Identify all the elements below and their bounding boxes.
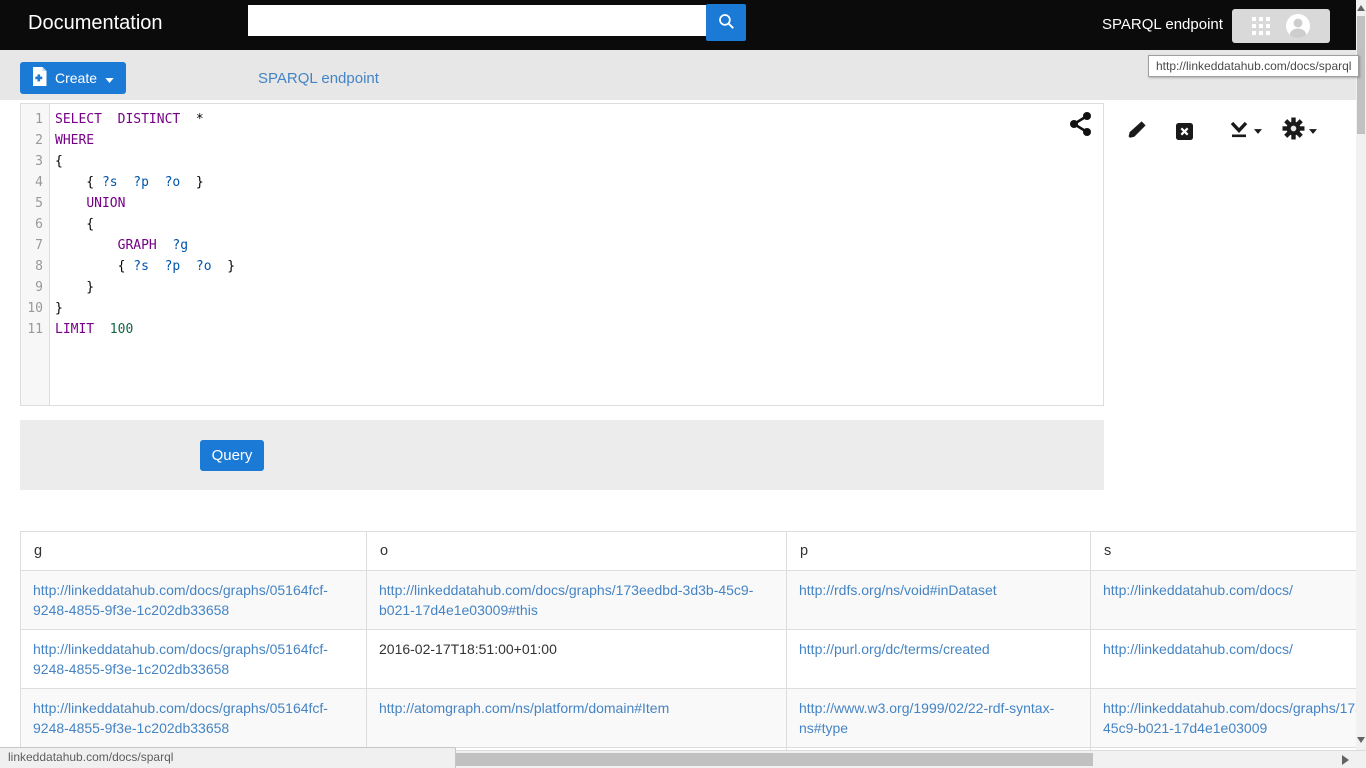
code-line: } [55,280,95,295]
header-endpoint-label: SPARQL endpoint [1102,16,1223,33]
search-button[interactable] [706,4,746,41]
edit-pencil-icon[interactable] [1127,116,1147,140]
result-link[interactable]: http://linkeddatahub.com/docs/graphs/051… [33,700,328,736]
nav-link-sparql-endpoint[interactable]: SPARQL endpoint [258,70,379,87]
line-number: 1 [35,112,43,127]
caret-down-icon [105,70,114,86]
app-header: Documentation SPARQL endpoint [0,0,1366,50]
editor-code-area[interactable]: SELECT DISTINCT * WHERE { { ?s ?p ?o } UNI… [50,104,1103,405]
brand-title[interactable]: Documentation [28,12,163,35]
horizontal-scrollbar-thumb[interactable] [456,753,1093,766]
column-header-s: s [1090,531,1366,571]
result-cell: http://rdfs.org/ns/void#inDataset [786,570,1091,630]
browser-status-bar: linkeddatahub.com/docs/sparql [0,747,456,768]
code-line: WHERE [55,133,95,148]
result-link[interactable]: http://rdfs.org/ns/void#inDataset [799,582,997,598]
result-cell: http://linkeddatahub.com/docs/graphs/173… [1090,688,1366,748]
vertical-scrollbar[interactable] [1356,0,1366,750]
editor-line-numbers: 1 2 3 4 5 6 7 8 9 10 11 [21,104,50,405]
line-number: 7 [35,238,43,253]
line-number: 3 [35,154,43,169]
line-number: 9 [35,280,43,295]
browser-viewport: Documentation SPARQL endpoint Create SPA… [0,0,1366,768]
result-cell: http://linkeddatahub.com/docs/ [1090,629,1366,689]
result-cell: http://linkeddatahub.com/docs/graphs/051… [20,570,367,630]
line-number: 11 [27,322,43,337]
line-number: 6 [35,217,43,232]
result-link[interactable]: http://linkeddatahub.com/docs/graphs/051… [33,582,328,618]
result-cell: http://linkeddatahub.com/docs/graphs/173… [366,570,787,630]
line-number: 2 [35,133,43,148]
result-cell: 2016-02-17T18:51:00+01:00 [366,629,787,689]
search-input[interactable] [248,5,706,36]
result-link[interactable]: http://linkeddatahub.com/docs/ [1103,641,1293,657]
line-number: 10 [27,301,43,316]
result-link[interactable]: http://linkeddatahub.com/docs/ [1103,582,1293,598]
scroll-down-arrow-icon[interactable] [1357,737,1365,743]
line-number: 8 [35,259,43,274]
result-link[interactable]: http://linkeddatahub.com/docs/graphs/173… [379,582,753,618]
code-line: } [55,301,63,316]
code-line: { ?s ?p ?o } [55,175,204,190]
scroll-up-arrow-icon[interactable] [1357,5,1365,11]
create-file-icon [32,67,47,89]
header-icon-group [1232,9,1330,43]
line-number: 5 [35,196,43,211]
result-cell: http://linkeddatahub.com/docs/graphs/051… [20,688,367,748]
result-row: http://linkeddatahub.com/docs/graphs/051… [20,629,1366,689]
code-line: UNION [86,196,126,211]
result-link[interactable]: http://purl.org/dc/terms/created [799,641,990,657]
column-header-g: g [20,531,367,571]
result-literal: 2016-02-17T18:51:00+01:00 [379,641,557,657]
results-header-row: g o p s [20,531,1366,571]
line-number: 4 [35,175,43,190]
code-line: SELECT DISTINCT * [55,112,204,127]
result-cell: http://www.w3.org/1999/02/22-rdf-syntax-… [786,688,1091,748]
apps-grid-icon[interactable] [1251,17,1270,35]
result-link[interactable]: http://linkeddatahub.com/docs/graphs/051… [33,641,328,677]
results-table: g o p s http://linkeddatahub.com/docs/gr… [20,531,1366,767]
result-row: http://linkeddatahub.com/docs/graphs/051… [20,570,1366,630]
result-row: http://linkeddatahub.com/docs/graphs/051… [20,688,1366,748]
create-button[interactable]: Create [20,62,127,94]
code-line: { [55,217,95,232]
query-submit-button[interactable]: Query [200,440,264,471]
code-line: { ?s ?p ?o } [55,259,236,274]
delete-document-icon[interactable] [1176,116,1193,140]
column-header-p: p [786,531,1091,571]
url-tooltip: http://linkeddatahub.com/docs/sparql [1148,55,1360,77]
result-cell: http://linkeddatahub.com/docs/ [1090,570,1366,630]
column-header-o: o [366,531,787,571]
code-line: GRAPH ?g [117,238,189,253]
caret-down-icon [1254,129,1262,134]
account-icon[interactable] [1285,13,1311,39]
result-link[interactable]: http://atomgraph.com/ns/platform/domain#… [379,700,669,716]
settings-gear-icon[interactable] [1282,116,1317,140]
create-button-label: Create [55,70,98,86]
result-cell: http://purl.org/dc/terms/created [786,629,1091,689]
result-cell: http://linkeddatahub.com/docs/graphs/051… [20,629,367,689]
caret-down-icon [1309,129,1317,134]
result-link[interactable]: http://linkeddatahub.com/docs/graphs/173… [1103,700,1366,736]
search-icon [717,12,736,34]
share-icon[interactable] [1068,110,1094,143]
scroll-right-arrow-icon[interactable] [1342,755,1349,765]
import-icon[interactable] [1228,116,1262,140]
result-link[interactable]: http://www.w3.org/1999/02/22-rdf-syntax-… [799,700,1054,736]
result-cell: http://atomgraph.com/ns/platform/domain#… [366,688,787,748]
sparql-code-editor[interactable]: 1 2 3 4 5 6 7 8 9 10 11 SELECT DISTINCT * WHERE { { … [20,103,1104,406]
code-line: LIMIT 100 [55,322,134,337]
query-form-footer: Query [20,420,1104,490]
code-line: { [55,154,63,169]
